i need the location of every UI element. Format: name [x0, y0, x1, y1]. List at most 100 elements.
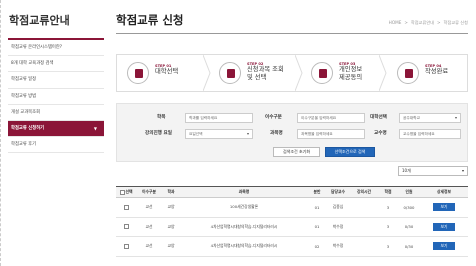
cell-course: 100세건강생활론: [229, 204, 259, 210]
cell-seats: 0/30: [404, 224, 414, 230]
step-chevron-icon: [203, 55, 211, 91]
breadcrumb-separator-icon: >: [404, 20, 408, 25]
breadcrumb-separator-icon: >: [437, 20, 441, 25]
sidebar-title: 학점교류안내: [8, 0, 104, 40]
sidebar-item-label: 학점교류 후기: [11, 142, 37, 148]
cell-type: 교선: [145, 243, 153, 249]
view-button[interactable]: 보기: [433, 242, 455, 251]
sidebar-item-label: 개설 교과목조회: [11, 109, 41, 115]
cell-professor: 김종심: [332, 204, 344, 210]
sidebar-item-method[interactable]: 학점교류 방법: [8, 89, 104, 105]
id-card-icon: [311, 62, 333, 84]
course-table: 선택 이수구분 학과 과목명 분반 담당교수 강의시간 학점 인원 상세정보 교…: [116, 186, 468, 257]
step-2: STEP 02 신청과목 조회 및 선택: [211, 55, 299, 91]
table-row: 교선 교양 4차산업혁명시대창의학습-디지털리터러시 01 박수정 3 0/30…: [116, 218, 468, 237]
step-name: 작성완료: [425, 68, 449, 75]
step-chevron-icon: [379, 55, 387, 91]
cell-credit: 3: [386, 224, 390, 230]
step-progress: STEP 01 대학선택 STEP 02 신청과목 조회 및 선택 STEP 03 개…: [116, 54, 468, 92]
cell-type: 교선: [145, 204, 153, 210]
breadcrumb: HOME > 학점교류안내 > 학점교류 신청: [389, 20, 468, 26]
column-header: 강의시간: [357, 189, 371, 194]
column-header: 분반: [313, 189, 321, 194]
chevron-down-icon: ▼: [93, 125, 97, 131]
step-name: 대학선택: [155, 68, 179, 75]
page-root: 학점교류안내 학점교류 온라인시스템이란? 8개 대학 교육과정 검색 학점교류…: [0, 0, 476, 266]
sidebar-item-online-system[interactable]: 학점교류 온라인시스템이란?: [8, 40, 104, 57]
subject-input[interactable]: 과목명을 입력하세요: [297, 129, 365, 139]
table-header-row: 선택 이수구분 학과 과목명 분반 담당교수 강의시간 학점 인원 상세정보: [116, 187, 468, 198]
professor-input[interactable]: 교수명을 입력하세요: [399, 129, 461, 139]
cell-seats: 0/300: [403, 204, 415, 210]
table-row: 교선 교양 100세건강생활론 01 김종심 3 0/300 보기: [116, 198, 468, 218]
sidebar-item-curriculum-search[interactable]: 8개 대학 교육과정 검색: [8, 56, 104, 73]
course-input[interactable]: 학과를 입력하세요: [185, 113, 253, 123]
title-divider: [116, 33, 468, 34]
reset-button[interactable]: 검색조건 초기화: [273, 147, 320, 157]
select-all-checkbox[interactable]: [119, 189, 125, 195]
view-button[interactable]: 보기: [433, 222, 455, 231]
step-name: 개인정보 제공동의: [339, 66, 363, 81]
column-header: 선택: [116, 187, 136, 197]
type-input[interactable]: 이수구분을 입력하세요: [297, 113, 365, 123]
search-form: 학목 학과를 입력하세요 이수구분 이수구분을 입력하세요 대학선택 공주대학교…: [116, 103, 468, 162]
course-label: 학목: [157, 115, 166, 120]
step-chevron-icon: [295, 55, 303, 91]
cell-time: [350, 198, 378, 217]
column-header: 학과: [167, 189, 175, 194]
breadcrumb-home[interactable]: HOME: [389, 20, 402, 25]
cell-credit: 3: [386, 243, 390, 249]
row-checkbox[interactable]: [123, 243, 129, 249]
column-header: 상세정보: [437, 189, 451, 194]
sidebar-item-label: 학점교류 신청하기: [11, 125, 45, 131]
cell-seats: 0/30: [404, 243, 414, 249]
view-button[interactable]: 보기: [433, 203, 455, 212]
column-header: 인원: [405, 189, 413, 194]
cell-section: 02: [314, 243, 320, 249]
sidebar-item-label: 학점교류 온라인시스템이란?: [11, 45, 63, 50]
search-button[interactable]: 선택조건으로 검색: [325, 147, 375, 157]
sidebar-item-course-lookup[interactable]: 개설 교과목조회: [8, 105, 104, 121]
page-edge-divider: [0, 0, 2, 266]
row-checkbox[interactable]: [123, 224, 129, 230]
breadcrumb-section[interactable]: 학점교류안내: [411, 20, 434, 25]
subject-label: 과목명: [270, 131, 283, 136]
cell-professor: 박수정: [332, 243, 344, 249]
keyboard-icon: [397, 62, 419, 84]
column-header: 담당교수: [331, 189, 345, 194]
document-icon: [219, 62, 241, 84]
sidebar-item-reviews[interactable]: 학점교류 후기: [8, 137, 104, 154]
table-row: 교선 교양 4차산업혁명시대창의학습-디지털리터러시 02 박수정 3 0/30…: [116, 237, 468, 257]
cell-time: [350, 237, 378, 256]
breadcrumb-current: 학점교류 신청: [443, 20, 468, 25]
cell-type: 교선: [145, 223, 153, 229]
sidebar-item-label: 학점교류 일정: [11, 77, 37, 83]
step-3: STEP 03 개인정보 제공동의: [303, 55, 391, 91]
sidebar: 학점교류안내 학점교류 온라인시스템이란? 8개 대학 교육과정 검색 학점교류…: [8, 0, 104, 154]
cell-course: 4차산업혁명시대창의학습-디지털리터러시: [210, 243, 278, 249]
column-header: 학점: [384, 189, 392, 194]
sidebar-item-label: 8개 대학 교육과정 검색: [11, 61, 54, 67]
step-1: STEP 01 대학선택: [117, 55, 205, 91]
university-label: 대학선택: [370, 115, 387, 120]
sidebar-item-schedule[interactable]: 학점교류 일정: [8, 72, 104, 89]
per-page-select[interactable]: 10개: [398, 166, 468, 176]
university-select[interactable]: 공주대학교: [399, 113, 461, 123]
page-title: 학점교류 신청: [116, 13, 184, 27]
row-checkbox[interactable]: [123, 204, 129, 210]
cell-professor: 박수정: [332, 223, 344, 229]
sidebar-item-label: 학점교류 방법: [11, 93, 37, 99]
cell-dept: 교양: [167, 243, 175, 249]
weekday-label: 강의진행 요일: [145, 131, 172, 136]
step-4: STEP 04 작성완료: [387, 55, 475, 91]
cell-dept: 교양: [167, 223, 175, 229]
professor-label: 교수명: [374, 131, 387, 136]
sidebar-item-apply[interactable]: 학점교류 신청하기 ▼: [8, 120, 104, 138]
cell-dept: 교양: [167, 204, 175, 210]
weekday-select[interactable]: 요일선택: [185, 129, 253, 139]
column-header: 과목명: [238, 189, 250, 194]
step-name: 신청과목 조회 및 선택: [247, 66, 284, 81]
column-header: 이수구분: [142, 189, 156, 194]
cell-section: 01: [314, 224, 320, 230]
hand-icon: [127, 62, 149, 84]
